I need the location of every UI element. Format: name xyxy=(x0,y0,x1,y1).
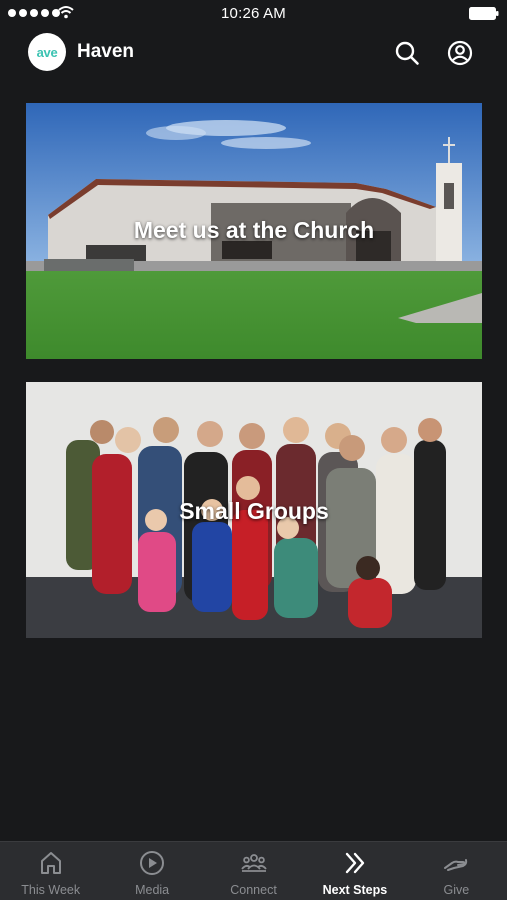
card-label: Small Groups xyxy=(179,498,329,524)
tab-label: Next Steps xyxy=(322,883,388,897)
tab-label: This Week xyxy=(21,883,81,897)
double-chevron-right-icon xyxy=(345,852,365,874)
tab-label: Media xyxy=(135,883,170,897)
people-icon xyxy=(240,854,267,872)
tab-bar: This Week Media Connect Next Steps Give xyxy=(0,841,507,900)
tab-media[interactable]: Media xyxy=(101,842,202,900)
battery-icon xyxy=(469,7,499,20)
tab-next-steps[interactable]: Next Steps xyxy=(304,842,405,900)
search-icon xyxy=(395,41,419,65)
home-icon xyxy=(40,852,61,874)
card-label: Meet us at the Church xyxy=(133,217,375,243)
tab-label: Give xyxy=(443,883,470,897)
user-account-icon xyxy=(447,40,473,66)
card-small-groups[interactable]: Small Groups xyxy=(26,382,482,638)
status-time: 10:26 AM xyxy=(221,5,286,22)
status-bar: 10:26 AM xyxy=(0,0,507,28)
app-title: Haven xyxy=(77,41,135,62)
tab-this-week[interactable]: This Week xyxy=(0,842,101,900)
giving-hand-icon xyxy=(444,859,468,871)
play-circle-icon xyxy=(140,851,165,875)
tab-label: Connect xyxy=(230,883,277,897)
profile-button[interactable] xyxy=(446,39,474,67)
logo-text: ave xyxy=(36,44,58,60)
search-button[interactable] xyxy=(393,39,421,67)
card-meet-us-at-church[interactable]: Meet us at the Church xyxy=(26,103,482,359)
tab-give[interactable]: Give xyxy=(406,842,507,900)
tab-connect[interactable]: Connect xyxy=(203,842,304,900)
app-logo[interactable]: ave xyxy=(28,33,66,71)
app-header: ave Haven xyxy=(0,32,507,72)
